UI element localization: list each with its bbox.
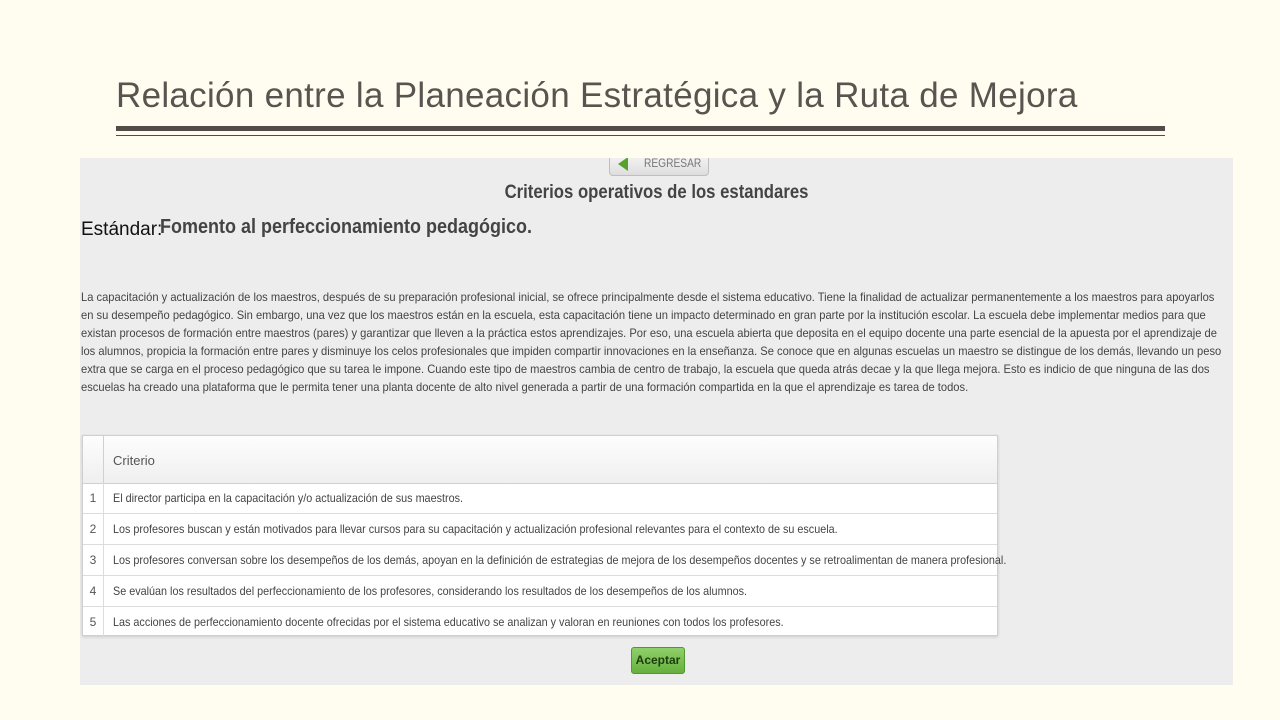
back-arrow-icon [618, 158, 628, 171]
row-number: 4 [83, 576, 104, 606]
embedded-screenshot: REGRESAR Criterios operativos de los est… [80, 158, 1233, 685]
table-header: Criterio [83, 436, 997, 484]
section-title: Criterios operativos de los estandares [504, 182, 809, 203]
table-row[interactable]: 2 Los profesores buscan y están motivado… [83, 514, 997, 545]
criterio-text: Los profesores buscan y están motivados … [113, 522, 838, 536]
accept-button[interactable]: Aceptar [631, 647, 685, 674]
table-row[interactable]: 1 El director participa en la capacitaci… [83, 483, 997, 514]
criterio-text: Las acciones de perfeccionamiento docent… [113, 615, 784, 629]
table-row[interactable]: 5 Las acciones de perfeccionamiento doce… [83, 607, 997, 637]
criteria-table: Criterio 1 El director participa en la c… [82, 435, 1006, 637]
back-button-label: REGRESAR [644, 158, 702, 170]
table-row[interactable]: 4 Se evalúan los resultados del perfecci… [83, 576, 997, 607]
title-rule-thick [116, 126, 1165, 131]
row-number-header [83, 436, 104, 483]
slide-title: Relación entre la Planeación Estratégica… [116, 76, 1078, 115]
table-row[interactable]: 3 Los profesores conversan sobre los des… [83, 545, 1006, 576]
row-number: 5 [83, 607, 104, 637]
title-rule-thin [116, 135, 1165, 136]
estandar-value: Fomento al perfeccionamiento pedagógico. [160, 216, 533, 238]
row-number: 3 [83, 545, 104, 575]
row-number: 1 [83, 483, 104, 513]
row-number: 2 [83, 514, 104, 544]
estandar-description: La capacitación y actualización de los m… [81, 290, 1222, 394]
criterio-column-header[interactable]: Criterio [113, 453, 155, 468]
criterio-text: El director participa en la capacitación… [113, 491, 463, 505]
criterio-text: Se evalúan los resultados del perfeccion… [113, 584, 747, 598]
criterio-text: Los profesores conversan sobre los desem… [113, 553, 1007, 567]
back-button[interactable]: REGRESAR [609, 158, 709, 176]
estandar-label: Estándar: [81, 219, 163, 240]
